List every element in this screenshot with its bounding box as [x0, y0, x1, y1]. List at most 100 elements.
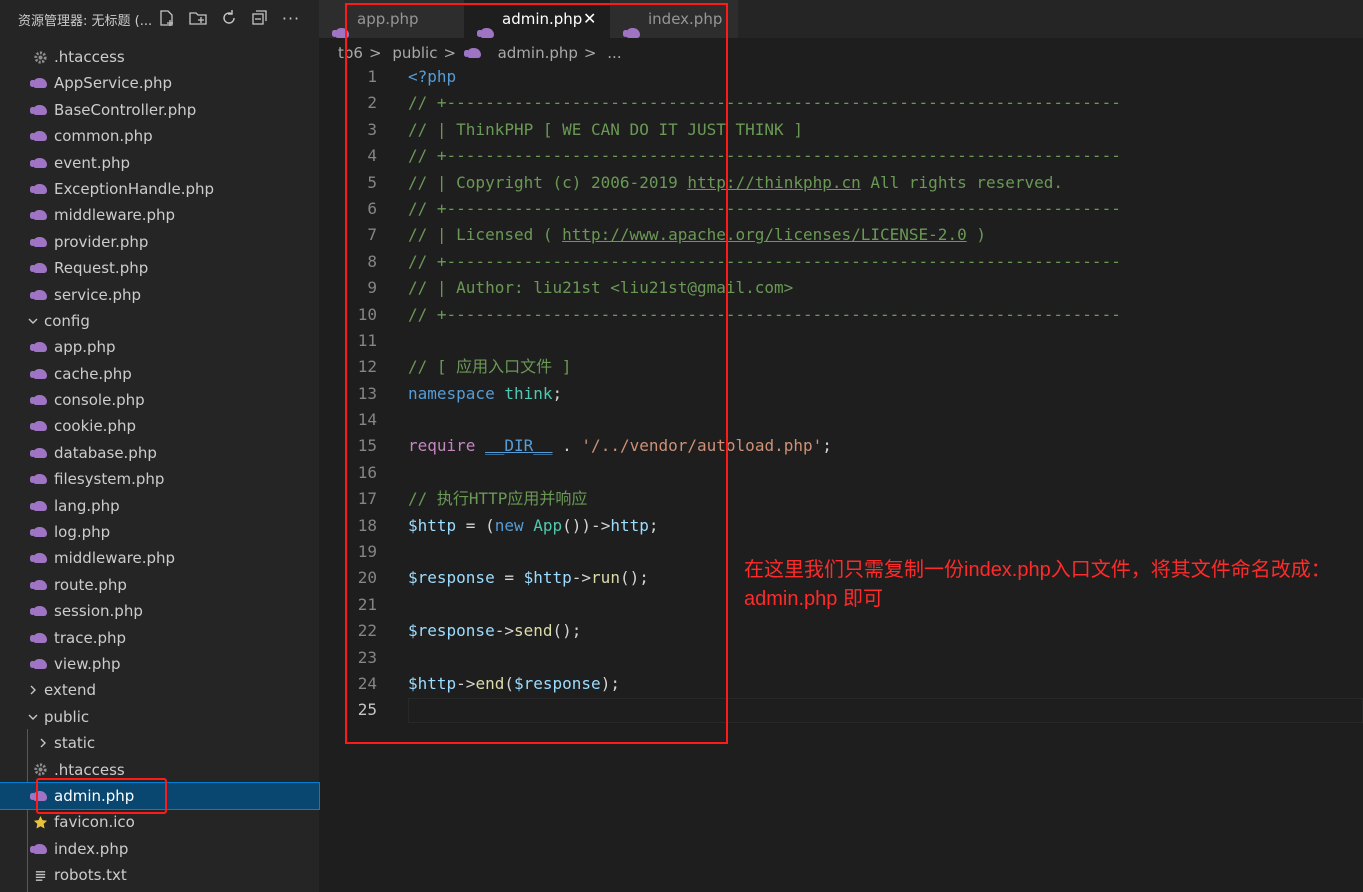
- php-icon: [30, 155, 48, 171]
- new-folder-icon[interactable]: [187, 7, 209, 29]
- php-icon: [30, 550, 48, 566]
- explorer-header: 资源管理器: 无标题 (... ···: [0, 0, 319, 38]
- tree-item-label: cache.php: [54, 364, 132, 383]
- tree-item-label: trace.php: [54, 628, 127, 647]
- tree-item-label: AppService.php: [54, 74, 173, 93]
- php-icon: [30, 260, 48, 276]
- chevron-down-icon[interactable]: [25, 313, 41, 329]
- tree-item-label: robots.txt: [54, 866, 127, 885]
- chevron-down-icon[interactable]: [25, 709, 41, 725]
- tree-item-label: service.php: [54, 285, 142, 304]
- file-cookie-php[interactable]: cookie.php: [0, 413, 319, 439]
- gear-icon: [32, 762, 48, 778]
- php-icon: [30, 128, 48, 144]
- text-file-icon: [32, 867, 48, 883]
- file-index-php[interactable]: index.php: [0, 836, 319, 862]
- php-icon: [30, 339, 48, 355]
- file-highlight-box: [36, 778, 167, 814]
- comment: ): [966, 225, 986, 245]
- php-icon: [30, 418, 48, 434]
- php-icon: [30, 102, 48, 118]
- file-request-php[interactable]: Request.php: [0, 255, 319, 281]
- explorer-sidebar: 资源管理器: 无标题 (... ··· .htaccess AppService.…: [0, 0, 320, 892]
- file-database-php[interactable]: database.php: [0, 440, 319, 466]
- chevron-right-icon[interactable]: [25, 682, 41, 698]
- php-icon: [30, 287, 48, 303]
- file-middleware-php[interactable]: middleware.php: [0, 545, 319, 571]
- tree-item-label: console.php: [54, 391, 145, 410]
- tree-item-label: .htaccess: [54, 48, 125, 66]
- php-icon: [30, 630, 48, 646]
- file-app-php[interactable]: app.php: [0, 334, 319, 360]
- file-common-php[interactable]: common.php: [0, 123, 319, 149]
- folder-static[interactable]: static: [0, 730, 319, 756]
- tree-item-label: route.php: [54, 575, 127, 594]
- php-icon: [30, 656, 48, 672]
- tree-item-label: lang.php: [54, 496, 120, 515]
- php-icon: [30, 234, 48, 250]
- folder-extend[interactable]: extend: [0, 677, 319, 703]
- tree-item-label: filesystem.php: [54, 470, 165, 489]
- file-log-php[interactable]: log.php: [0, 519, 319, 545]
- refresh-icon[interactable]: [218, 7, 240, 29]
- file-session-php[interactable]: session.php: [0, 598, 319, 624]
- gear-icon: [32, 49, 48, 65]
- php-icon: [30, 445, 48, 461]
- explorer-title: 资源管理器: 无标题 (...: [18, 14, 153, 29]
- file-lang-php[interactable]: lang.php: [0, 493, 319, 519]
- file-filesystem-php[interactable]: filesystem.php: [0, 466, 319, 492]
- tree-item-label: view.php: [54, 654, 121, 673]
- tree-item-label: database.php: [54, 443, 157, 462]
- php-icon: [30, 75, 48, 91]
- code-highlight-box: [345, 3, 728, 744]
- tree-item-label: middleware.php: [54, 206, 176, 225]
- file-cache-php[interactable]: cache.php: [0, 361, 319, 387]
- chevron-right-icon[interactable]: [35, 735, 51, 751]
- tree-item-label: log.php: [54, 523, 111, 542]
- tree-item-label: index.php: [54, 839, 129, 858]
- file-exceptionhandle-php[interactable]: ExceptionHandle.php: [0, 176, 319, 202]
- punctuation: ;: [822, 436, 832, 456]
- tree-item-label: config: [44, 311, 90, 330]
- file-service-php[interactable]: service.php: [0, 282, 319, 308]
- php-icon: [30, 498, 48, 514]
- annotation-note: 在这里我们只需复制一份index.php入口文件，将其文件命名改成：admin.…: [744, 559, 1331, 610]
- php-icon: [30, 392, 48, 408]
- php-icon: [30, 577, 48, 593]
- php-icon: [30, 471, 48, 487]
- php-icon: [30, 841, 48, 857]
- file-event-php[interactable]: event.php: [0, 150, 319, 176]
- folder-config[interactable]: config: [0, 308, 319, 334]
- php-icon: [30, 207, 48, 223]
- php-icon: [30, 366, 48, 382]
- tree-item-label: Request.php: [54, 259, 149, 278]
- tree-item-label: middleware.php: [54, 549, 176, 568]
- folder-public[interactable]: public: [0, 704, 319, 730]
- file-tree: .htaccess AppService.php BaseController.ph…: [0, 44, 320, 889]
- file-trace-php[interactable]: trace.php: [0, 625, 319, 651]
- php-icon: [30, 181, 48, 197]
- php-icon: [30, 603, 48, 619]
- more-icon[interactable]: ···: [280, 7, 302, 29]
- tree-item-label: app.php: [54, 338, 116, 357]
- comment: All rights reserved.: [860, 172, 1064, 192]
- tree-item-label: static: [54, 734, 96, 753]
- file-htaccess[interactable]: .htaccess: [0, 44, 319, 70]
- tree-item-label: common.php: [54, 127, 153, 146]
- file-basecontroller-php[interactable]: BaseController.php: [0, 97, 319, 123]
- tree-item-label: BaseController.php: [54, 100, 197, 119]
- tree-item-label: provider.php: [54, 232, 149, 251]
- tree-item-label: extend: [44, 681, 96, 700]
- file-provider-php[interactable]: provider.php: [0, 229, 319, 255]
- file-view-php[interactable]: view.php: [0, 651, 319, 677]
- collapse-all-icon[interactable]: [249, 7, 271, 29]
- file-middleware-php[interactable]: middleware.php: [0, 202, 319, 228]
- file-console-php[interactable]: console.php: [0, 387, 319, 413]
- new-file-icon[interactable]: [156, 7, 178, 29]
- tree-item-label: event.php: [54, 153, 131, 172]
- tree-item-label: ExceptionHandle.php: [54, 179, 215, 198]
- file-appservice-php[interactable]: AppService.php: [0, 70, 319, 96]
- star-icon: [32, 814, 48, 830]
- file-route-php[interactable]: route.php: [0, 572, 319, 598]
- file-robots-txt[interactable]: robots.txt: [0, 862, 319, 888]
